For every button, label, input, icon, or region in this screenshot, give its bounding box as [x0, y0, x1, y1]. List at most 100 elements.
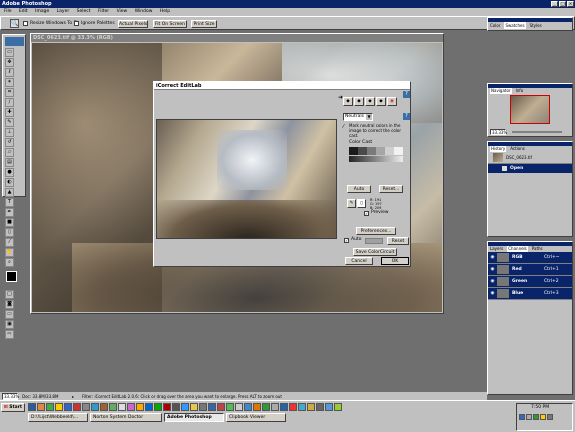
auto-button[interactable]: Auto	[347, 185, 371, 193]
quicklaunch-17-icon[interactable]	[172, 403, 180, 411]
minimize-button[interactable]: _	[551, 1, 558, 7]
gradient-tool-icon[interactable]: ▤	[5, 158, 14, 167]
quicklaunch-4-icon[interactable]	[55, 403, 63, 411]
quicklaunch-15-icon[interactable]	[154, 403, 162, 411]
status-arrow-icon[interactable]: ▸	[72, 394, 78, 399]
quicklaunch-24-icon[interactable]	[235, 403, 243, 411]
channel-row-green[interactable]: ◉ Green Ctrl+2	[488, 276, 572, 288]
tab-info[interactable]: Info	[516, 88, 524, 94]
menu-window[interactable]: Window	[135, 9, 153, 14]
quickmask-on-icon[interactable]: ◙	[5, 300, 14, 309]
menu-image[interactable]: Image	[35, 9, 49, 14]
color-swatches[interactable]	[5, 270, 24, 290]
quicklaunch-31-icon[interactable]	[298, 403, 306, 411]
eraser-tool-icon[interactable]: ▱	[5, 148, 14, 157]
navigator-thumbnail[interactable]	[510, 95, 550, 124]
quicklaunch-27-icon[interactable]	[262, 403, 270, 411]
notes-tool-icon[interactable]: ▯	[5, 228, 14, 237]
quicklaunch-26-icon[interactable]	[253, 403, 261, 411]
auto-checkbox[interactable]: ✓	[344, 238, 349, 243]
foreground-color-swatch[interactable]	[6, 271, 17, 282]
healing-brush-icon[interactable]: ✚	[5, 108, 14, 117]
zoom-tool-box-icon[interactable]: ⌕	[5, 258, 14, 267]
tab-swatches[interactable]: Swatches	[504, 22, 526, 29]
eyedropper-tool-icon[interactable]: ⁄	[5, 238, 14, 247]
quicklaunch-28-icon[interactable]	[271, 403, 279, 411]
quicklaunch-16-icon[interactable]	[163, 403, 171, 411]
status-zoom[interactable]: 33.33%	[2, 392, 19, 400]
clone-stamp-icon[interactable]: ⊥	[5, 128, 14, 137]
jump-to-imageready-icon[interactable]: ⇨	[5, 330, 14, 339]
history-snapshot[interactable]: DSC_0623.tif	[488, 152, 572, 164]
resize-windows-checkbox[interactable]	[23, 21, 28, 26]
menu-file[interactable]: File	[4, 9, 12, 14]
dialog-preview[interactable]	[156, 119, 337, 239]
menu-edit[interactable]: Edit	[19, 9, 28, 14]
saturation-tab-icon[interactable]: ◆	[365, 97, 375, 106]
neutral-tab-icon[interactable]: ◆	[343, 97, 353, 106]
hand-tool-icon[interactable]: ✋	[5, 248, 14, 257]
tab-navigator[interactable]: Navigator	[490, 88, 512, 94]
start-button[interactable]: ⊞ Start	[1, 403, 25, 412]
task-button-folder[interactable]: D:\!Lijst\Webbeeld\...	[28, 413, 88, 422]
history-open-row[interactable]: Open	[488, 164, 572, 173]
screen-mode-standard-icon[interactable]: ▭	[5, 310, 14, 319]
tab-paths[interactable]: Paths	[532, 246, 543, 252]
quicklaunch-2-icon[interactable]	[37, 403, 45, 411]
tab-actions[interactable]: Actions	[510, 146, 525, 152]
cancel-button[interactable]: Cancel	[345, 257, 373, 265]
quicklaunch-8-icon[interactable]	[91, 403, 99, 411]
menu-view[interactable]: View	[117, 9, 128, 14]
screen-mode-full-icon[interactable]: ▣	[5, 320, 14, 329]
quicklaunch-32-icon[interactable]	[307, 403, 315, 411]
dodge-tool-icon[interactable]: ◐	[5, 178, 14, 187]
tray-monitor-icon[interactable]	[533, 414, 539, 420]
quicklaunch-25-icon[interactable]	[244, 403, 252, 411]
quicklaunch-35-icon[interactable]	[334, 403, 342, 411]
task-button-norton[interactable]: Norton System Doctor	[90, 413, 162, 422]
ok-button[interactable]: OK	[381, 257, 409, 265]
quicklaunch-14-icon[interactable]	[145, 403, 153, 411]
zoom-tool-icon[interactable]: 🔍	[10, 19, 19, 28]
tab-styles[interactable]: Styles	[530, 22, 542, 29]
tray-clock[interactable]: 7:50 PM	[531, 405, 549, 410]
pick-neutral-icon[interactable]: ✎	[347, 199, 356, 208]
type-tool-icon[interactable]: T	[5, 198, 14, 207]
tray-network-icon[interactable]	[519, 414, 525, 420]
blur-tool-icon[interactable]: ●	[5, 168, 14, 177]
tab-layers[interactable]: Layers	[490, 246, 503, 252]
quicklaunch-10-icon[interactable]	[109, 403, 117, 411]
tab-history[interactable]: History	[490, 146, 507, 152]
quickmask-off-icon[interactable]: □	[5, 290, 14, 299]
quicklaunch-30-icon[interactable]	[289, 403, 297, 411]
navigator-zoom-slider[interactable]	[512, 130, 562, 133]
help-small-icon[interactable]: ?	[403, 113, 410, 120]
move-tool-icon[interactable]: ✥	[5, 58, 14, 67]
actual-pixels-button[interactable]: Actual Pixels	[118, 20, 148, 28]
shape-tool-icon[interactable]: ■	[5, 218, 14, 227]
eye-icon[interactable]: ◉	[488, 255, 497, 260]
eye-icon[interactable]: ◉	[488, 267, 497, 272]
task-button-clipbook[interactable]: Clipbook Viewer	[226, 413, 286, 422]
preferences-button[interactable]: Preferences...	[356, 227, 396, 235]
pen-tool-icon[interactable]: ✒	[5, 208, 14, 217]
fit-on-screen-button[interactable]: Fit On Screen	[153, 20, 187, 28]
quicklaunch-1-icon[interactable]	[28, 403, 36, 411]
marquee-tool-icon[interactable]: ▭	[5, 48, 14, 57]
quicklaunch-13-icon[interactable]	[136, 403, 144, 411]
quicklaunch-21-icon[interactable]	[208, 403, 216, 411]
quicklaunch-7-icon[interactable]	[82, 403, 90, 411]
quicklaunch-20-icon[interactable]	[199, 403, 207, 411]
quicklaunch-9-icon[interactable]	[100, 403, 108, 411]
channel-row-red[interactable]: ◉ Red Ctrl+1	[488, 264, 572, 276]
mode-select[interactable]: Neutrals ▼	[343, 113, 373, 121]
flesh-tab-icon[interactable]: ◆	[376, 97, 386, 106]
reset2-button[interactable]: Reset	[387, 237, 409, 245]
preview-checkbox[interactable]: ✓	[364, 211, 369, 216]
tone-tab-icon[interactable]: ◆	[354, 97, 364, 106]
quicklaunch-5-icon[interactable]	[64, 403, 72, 411]
brush-tool-icon[interactable]: ✎	[5, 118, 14, 127]
navigator-zoom-field[interactable]: 33.33%	[490, 128, 507, 135]
menu-layer[interactable]: Layer	[57, 9, 70, 14]
menu-select[interactable]: Select	[77, 9, 91, 14]
